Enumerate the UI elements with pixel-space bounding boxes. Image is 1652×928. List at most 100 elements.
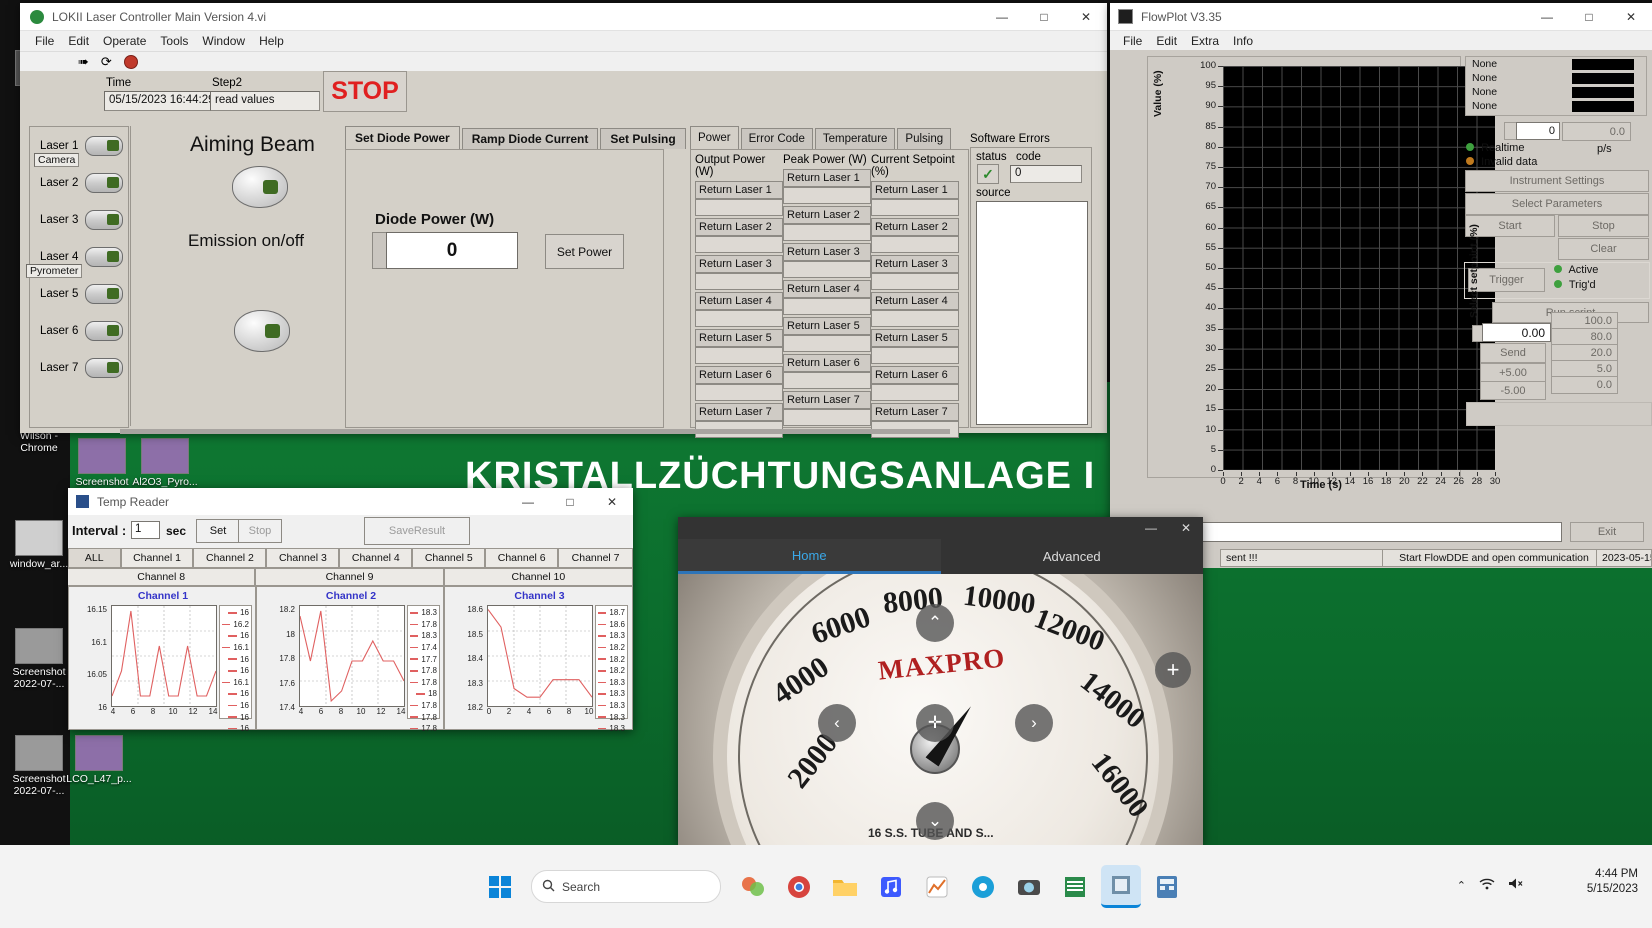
menu-file[interactable]: File [28, 33, 61, 49]
maximize-button[interactable]: □ [1568, 3, 1610, 30]
maximize-button[interactable]: □ [549, 488, 591, 515]
save-result-button[interactable]: SaveResult [364, 517, 470, 545]
chart-plot-area[interactable] [487, 605, 593, 707]
tab-power[interactable]: Power [690, 126, 739, 149]
pan-right-button[interactable]: › [1015, 704, 1053, 742]
camera-titlebar[interactable]: — ✕ [678, 517, 1203, 539]
laser-5-toggle[interactable] [85, 284, 123, 304]
menu-window[interactable]: Window [195, 33, 252, 49]
interval-input[interactable]: 1 [131, 521, 160, 539]
minimize-button[interactable]: — [981, 3, 1023, 30]
desktop-icon-al2o3[interactable]: Al2O3_Pyro... [128, 438, 202, 489]
desktop-icon-lco[interactable]: LCO_L47_p... [62, 735, 136, 786]
setpoint-minus-button[interactable]: -5.00 [1480, 381, 1546, 400]
laser-6-toggle[interactable] [85, 321, 123, 341]
laser-2-toggle[interactable] [85, 173, 123, 193]
minimize-button[interactable]: — [1133, 521, 1169, 535]
minimize-button[interactable]: — [1526, 3, 1568, 30]
tab-channel-8[interactable]: Channel 8 [68, 568, 256, 586]
desktop-icon-screenshot-1[interactable]: Screenshot 2022-07-... [2, 628, 76, 690]
channel-2-chart[interactable]: Channel 2 18.2 18 17.8 17.6 17.4 4 6 8 10 12 14 1… [256, 586, 444, 733]
clear-button[interactable]: Clear [1558, 238, 1649, 260]
taskbar-app-calculator-icon[interactable] [1147, 867, 1187, 907]
tab-advanced[interactable]: Advanced [941, 539, 1204, 574]
taskbar-app-spreadsheet-icon[interactable] [1055, 867, 1095, 907]
menu-operate[interactable]: Operate [96, 33, 153, 49]
run-arrow-icon[interactable]: ➠ [78, 54, 89, 70]
setpoint-input[interactable]: 0.00 [1482, 323, 1551, 342]
close-button[interactable]: ✕ [1169, 521, 1203, 535]
tab-channel-10[interactable]: Channel 10 [443, 568, 634, 586]
tab-channel-6[interactable]: Channel 6 [485, 548, 559, 568]
volume-icon[interactable] [1508, 877, 1524, 893]
sample-spinner-value[interactable]: 0 [1516, 122, 1560, 140]
taskbar-app-media-player-icon[interactable] [963, 867, 1003, 907]
plot-area[interactable] [1223, 66, 1495, 470]
tab-set-pulsing[interactable]: Set Pulsing [600, 128, 686, 149]
legend-row[interactable]: None [1468, 71, 1644, 85]
comment-input[interactable] [1195, 522, 1562, 542]
close-button[interactable]: ✕ [1610, 3, 1652, 30]
zoom-in-button[interactable]: + [1155, 652, 1191, 688]
menu-info[interactable]: Info [1226, 33, 1260, 49]
menu-edit[interactable]: Edit [61, 33, 96, 49]
taskbar-clock[interactable]: 4:44 PM 5/15/2023 [1587, 867, 1638, 897]
laser-1-toggle[interactable] [85, 136, 123, 156]
setpoint-plus-button[interactable]: +5.00 [1480, 363, 1546, 382]
run-continuous-icon[interactable]: ⟳ [101, 54, 112, 70]
menu-extra[interactable]: Extra [1184, 33, 1226, 49]
chevron-up-icon[interactable]: ⌃ [1457, 879, 1466, 892]
temp-reader-titlebar[interactable]: Temp Reader — □ ✕ [68, 488, 633, 516]
set-button[interactable]: Set [196, 519, 240, 543]
legend-row[interactable]: None [1468, 99, 1644, 113]
search-input[interactable]: Search [531, 870, 721, 903]
tab-channel-2[interactable]: Channel 2 [193, 548, 267, 568]
center-button[interactable]: ✛ [916, 704, 954, 742]
close-button[interactable]: ✕ [1065, 3, 1107, 30]
tab-channel-5[interactable]: Channel 5 [412, 548, 486, 568]
tab-ramp-diode-current[interactable]: Ramp Diode Current [461, 128, 599, 149]
taskbar-app-music-icon[interactable] [871, 867, 911, 907]
taskbar-app-labview-icon[interactable] [1101, 865, 1141, 908]
stop-button[interactable]: Stop [1558, 215, 1649, 237]
pan-up-button[interactable]: ⌃ [916, 604, 954, 642]
stop-button[interactable]: Stop [238, 519, 282, 543]
exit-button[interactable]: Exit [1570, 522, 1644, 542]
tab-set-diode-power[interactable]: Set Diode Power [345, 126, 460, 149]
tab-channel-3[interactable]: Channel 3 [266, 548, 340, 568]
legend-row[interactable]: None [1468, 85, 1644, 99]
tab-error-code[interactable]: Error Code [740, 128, 813, 149]
legend-row[interactable]: None [1468, 57, 1644, 71]
horizontal-scrollbar[interactable] [120, 429, 950, 434]
tab-pulsing[interactable]: Pulsing [897, 128, 952, 149]
setpoint-preset-0[interactable]: 0.0 [1551, 376, 1618, 394]
laser-7-toggle[interactable] [85, 358, 123, 378]
menu-help[interactable]: Help [252, 33, 291, 49]
desktop-icon-window-ar[interactable]: window_ar... [2, 520, 76, 571]
tab-channel-7[interactable]: Channel 7 [558, 548, 634, 568]
set-power-button[interactable]: Set Power [545, 234, 624, 269]
tab-channel-4[interactable]: Channel 4 [339, 548, 413, 568]
tab-temperature[interactable]: Temperature [814, 128, 896, 149]
channel-1-chart[interactable]: Channel 1 16.15 16.1 16.05 16 4 6 8 10 12 14 16 1… [68, 586, 256, 733]
maximize-button[interactable]: □ [1023, 3, 1065, 30]
taskbar-app-paint-3d-icon[interactable] [733, 867, 773, 907]
taskbar-app-chrome-icon[interactable] [779, 867, 819, 907]
pan-left-button[interactable]: ‹ [818, 704, 856, 742]
tab-channel-9[interactable]: Channel 9 [255, 568, 444, 586]
pan-down-button[interactable]: ⌄ [916, 802, 954, 840]
wifi-icon[interactable] [1479, 878, 1495, 893]
send-button[interactable]: Send [1480, 343, 1546, 363]
flowplot-titlebar[interactable]: FlowPlot V3.35 — □ ✕ [1110, 3, 1652, 31]
taskbar-app-camera-icon[interactable] [1009, 867, 1049, 907]
laser-3-toggle[interactable] [85, 210, 123, 230]
emission-knob[interactable] [234, 310, 290, 352]
instrument-settings-button[interactable]: Instrument Settings [1465, 170, 1649, 192]
aiming-beam-knob[interactable] [232, 166, 288, 208]
menu-edit[interactable]: Edit [1149, 33, 1184, 49]
menu-tools[interactable]: Tools [153, 33, 195, 49]
taskbar-app-file-explorer-icon[interactable] [825, 867, 865, 907]
select-parameters-button[interactable]: Select Parameters [1465, 193, 1649, 215]
tab-home[interactable]: Home [678, 539, 941, 574]
laser-4-toggle[interactable] [85, 247, 123, 267]
